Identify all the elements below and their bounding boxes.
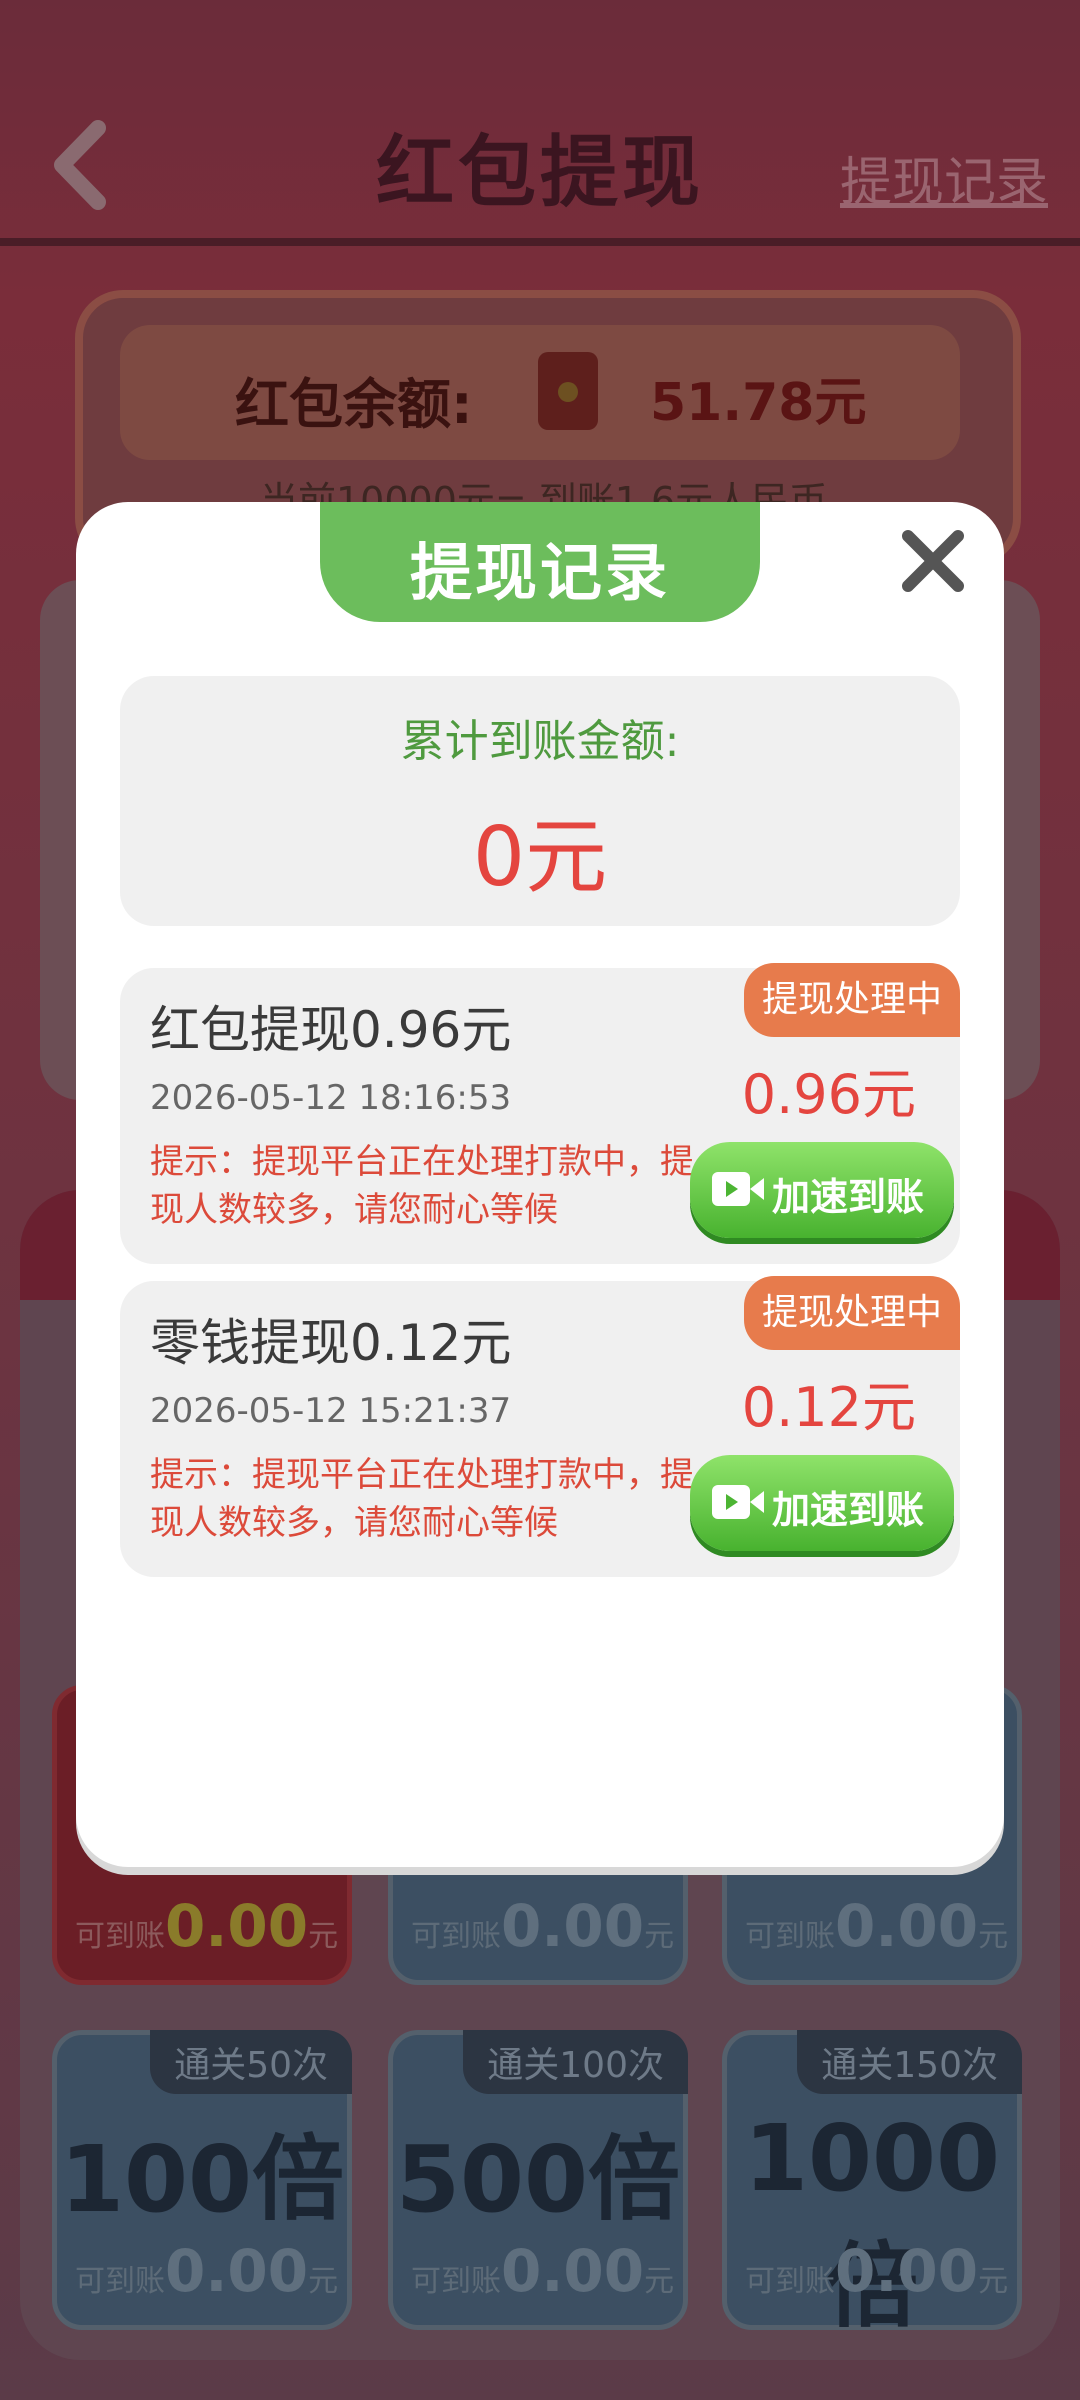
reward-tile[interactable]: 通关150次 1000倍 可到账0.00元 [722, 2030, 1022, 2340]
record-amount: 0.12元 [741, 1376, 916, 1439]
withdraw-record-link[interactable]: 提现记录 [840, 140, 1048, 215]
record-title: 零钱提现0.12元 [150, 1314, 512, 1372]
red-packet-icon [538, 352, 598, 430]
header-divider [0, 238, 1080, 246]
record-time: 2026-05-12 15:21:37 [150, 1391, 512, 1431]
close-icon[interactable] [900, 528, 966, 594]
withdraw-record-item: 红包提现0.96元 2026-05-12 18:16:53 提示：提现平台正在处… [120, 963, 960, 1264]
app-header: 红包提现 提现记录 [0, 0, 1080, 245]
tile-foot: 可到账0.00元 [75, 2237, 339, 2305]
tile-multiplier: 1000倍 [743, 2105, 1001, 2340]
record-time: 2026-05-12 18:16:53 [150, 1078, 512, 1118]
speed-up-label: 加速到账 [772, 1175, 925, 1219]
tile-tag: 通关100次 [463, 2030, 688, 2094]
reward-tile[interactable]: 通关50次 100倍 可到账0.00元 [52, 2030, 352, 2330]
modal-title: 提现记录 [409, 536, 670, 609]
total-received-value: 0元 [472, 810, 608, 905]
status-badge: 提现处理中 [744, 1276, 960, 1350]
speed-up-label: 加速到账 [772, 1488, 925, 1532]
tile-foot: 可到账0.00元 [745, 2237, 1009, 2305]
withdraw-record-item: 零钱提现0.12元 2026-05-12 15:21:37 提示：提现平台正在处… [120, 1276, 960, 1577]
speed-up-button[interactable]: 加速到账 [690, 1455, 954, 1551]
total-received-label: 累计到账金额: [400, 716, 680, 767]
status-badge: 提现处理中 [744, 963, 960, 1037]
tile-foot: 可到账0.00元 [411, 1892, 675, 1960]
record-tip: 提示：提现平台正在处理打款中，提现人数较多，请您耐心等候 [150, 1142, 694, 1230]
tile-foot: 可到账0.00元 [745, 1892, 1009, 1960]
record-tip: 提示：提现平台正在处理打款中，提现人数较多，请您耐心等候 [150, 1455, 694, 1543]
tile-tag: 通关150次 [797, 2030, 1022, 2094]
tile-multiplier: 500倍 [395, 2126, 681, 2233]
balance-value: 51.78元 [650, 373, 867, 433]
tile-tag: 通关50次 [150, 2030, 352, 2094]
record-title: 红包提现0.96元 [150, 1001, 512, 1059]
record-amount: 0.96元 [741, 1063, 916, 1126]
video-camera-icon [712, 1172, 764, 1206]
tile-multiplier: 100倍 [59, 2126, 345, 2233]
video-camera-icon [712, 1485, 764, 1519]
balance-label: 红包余额: [235, 373, 473, 436]
reward-tile[interactable]: 通关100次 500倍 可到账0.00元 [388, 2030, 688, 2330]
tile-foot: 可到账0.00元 [75, 1892, 339, 1960]
tile-foot: 可到账0.00元 [411, 2237, 675, 2305]
speed-up-button[interactable]: 加速到账 [690, 1142, 954, 1238]
